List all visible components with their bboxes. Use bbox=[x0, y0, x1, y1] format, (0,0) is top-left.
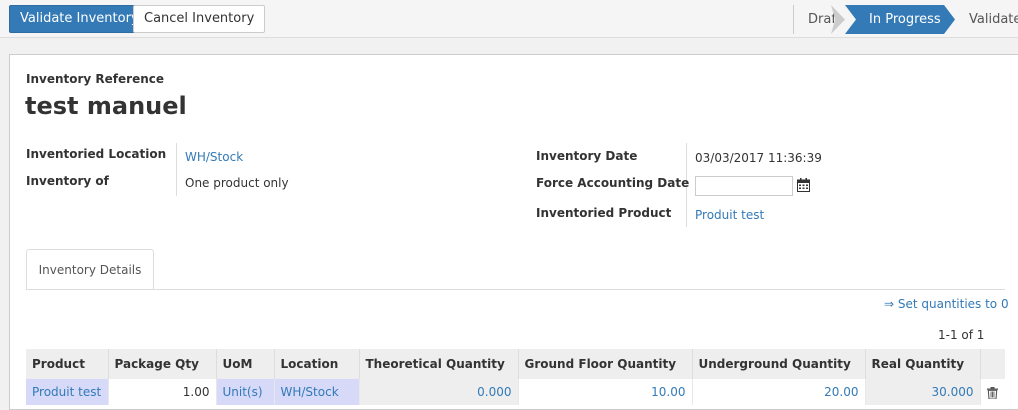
cell-package-qty[interactable]: 1.00 bbox=[108, 379, 217, 405]
column-header-location[interactable]: Location bbox=[274, 349, 360, 379]
left-group-divider bbox=[176, 143, 177, 196]
inventory-lines-table: Product Package Qty UoM Location Theoret… bbox=[26, 349, 1005, 405]
inventory-date-value: 03/03/2017 11:36:39 bbox=[695, 151, 822, 165]
cancel-inventory-button[interactable]: Cancel Inventory bbox=[133, 5, 266, 33]
column-header-package-qty[interactable]: Package Qty bbox=[108, 349, 217, 379]
cell-uom[interactable]: Unit(s) bbox=[216, 379, 275, 405]
calendar-icon[interactable] bbox=[797, 178, 810, 192]
column-header-actions bbox=[980, 349, 1005, 379]
set-quantities-zero-link[interactable]: ⇒ Set quantities to 0 bbox=[884, 297, 1009, 311]
inventory-of-label: Inventory of bbox=[26, 174, 109, 188]
force-accounting-date-input[interactable] bbox=[695, 176, 793, 196]
cell-delete[interactable] bbox=[980, 379, 1005, 405]
inventoried-product-label: Inventoried Product bbox=[536, 206, 672, 220]
column-header-underground-qty[interactable]: Underground Quantity bbox=[692, 349, 866, 379]
cell-ground-floor-qty[interactable]: 10.00 bbox=[518, 379, 693, 405]
pager-value[interactable]: 1-1 of 1 bbox=[938, 328, 984, 342]
cell-location[interactable]: WH/Stock bbox=[274, 379, 360, 405]
table-header-row: Product Package Qty UoM Location Theoret… bbox=[26, 349, 1005, 379]
table-row[interactable]: Produit test 1.00 Unit(s) WH/Stock 0.000… bbox=[26, 379, 1005, 405]
location-link[interactable]: WH/Stock bbox=[185, 150, 243, 164]
column-header-real-qty[interactable]: Real Quantity bbox=[865, 349, 981, 379]
column-header-ground-floor-qty[interactable]: Ground Floor Quantity bbox=[518, 349, 693, 379]
inventoried-product-link[interactable]: Produit test bbox=[695, 208, 764, 222]
location-label: Inventoried Location bbox=[26, 147, 167, 161]
cell-product[interactable]: Produit test bbox=[26, 379, 109, 405]
tab-inventory-details[interactable]: Inventory Details bbox=[26, 249, 154, 290]
inventory-date-label: Inventory Date bbox=[536, 149, 638, 163]
cell-underground-qty[interactable]: 20.00 bbox=[692, 379, 866, 405]
stage-validated[interactable]: Validated bbox=[969, 5, 1018, 34]
column-header-theoretical-qty[interactable]: Theoretical Quantity bbox=[359, 349, 519, 379]
stage-in-progress[interactable]: In Progress bbox=[869, 5, 941, 34]
cell-real-qty: 30.000 bbox=[865, 379, 981, 405]
form-sheet: Inventory Reference test manuel Inventor… bbox=[9, 54, 1018, 410]
status-stages: Draft In Progress Validated bbox=[793, 5, 1018, 34]
column-header-product[interactable]: Product bbox=[26, 349, 109, 379]
column-header-uom[interactable]: UoM bbox=[216, 349, 275, 379]
inventory-of-value[interactable]: One product only bbox=[185, 176, 289, 190]
force-date-label: Force Accounting Date bbox=[536, 176, 690, 190]
control-panel: Validate Inventory Cancel Inventory Draf… bbox=[0, 0, 1018, 38]
validate-inventory-button[interactable]: Validate Inventory bbox=[9, 5, 150, 33]
page-title[interactable]: test manuel bbox=[25, 92, 187, 120]
reference-label: Inventory Reference bbox=[26, 72, 164, 86]
trash-icon[interactable] bbox=[987, 386, 999, 399]
cell-theoretical-qty: 0.000 bbox=[359, 379, 519, 405]
tab-divider bbox=[26, 289, 1005, 290]
